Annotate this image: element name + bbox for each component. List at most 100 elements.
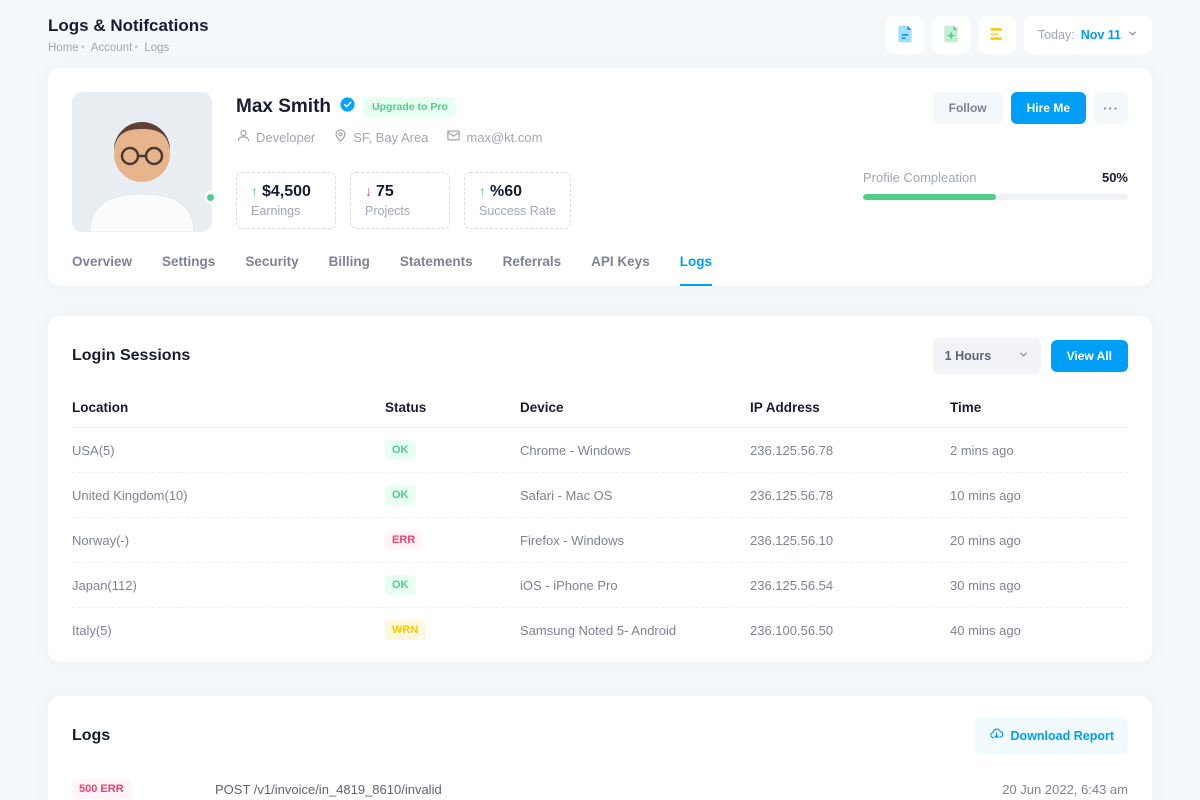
cell-ip-address: 236.125.56.54 [750, 578, 950, 593]
status-badge: ERR [385, 530, 422, 550]
trend-arrow-icon [479, 183, 486, 201]
date-picker-button[interactable]: Today: Nov 11 [1024, 16, 1152, 54]
profile-location-label: SF, Bay Area [353, 130, 428, 145]
hours-filter-value: 1 Hours [945, 349, 992, 363]
chevron-down-icon [1127, 28, 1138, 42]
download-report-label: Download Report [1011, 729, 1114, 743]
log-message: POST /v1/invoice/in_4819_8610/invalid [215, 782, 1002, 797]
breadcrumb-item[interactable]: Logs [144, 42, 169, 54]
cell-ip-address: 236.125.56.78 [750, 488, 950, 503]
sessions-table: LocationStatusDeviceIP AddressTime USA(5… [48, 388, 1152, 652]
cell-time: 2 mins ago [950, 443, 1128, 458]
progress-fill [863, 194, 996, 200]
stat-value: $4,500 [262, 183, 311, 201]
mail-icon [446, 128, 461, 146]
page-title: Logs & Notifcations [48, 16, 209, 36]
column-header: Status [385, 400, 520, 415]
view-all-button[interactable]: View All [1051, 340, 1128, 372]
download-report-button[interactable]: Download Report [975, 718, 1128, 754]
follow-button[interactable]: Follow [933, 92, 1003, 124]
logs-table: 500 ERR POST /v1/invoice/in_4819_8610/in… [48, 768, 1152, 800]
table-row: Norway(-) ERR Firefox - Windows 236.125.… [72, 518, 1128, 563]
status-badge: OK [385, 485, 416, 505]
cell-ip-address: 236.125.56.78 [750, 443, 950, 458]
tab[interactable]: Security [245, 254, 298, 286]
stat-label: Earnings [251, 204, 321, 218]
cell-device: Samsung Noted 5- Android [520, 623, 750, 638]
map-pin-icon [333, 128, 348, 146]
status-badge: WRN [385, 620, 425, 640]
date-picker-value: Nov 11 [1081, 28, 1121, 42]
profile-role[interactable]: Developer [236, 128, 315, 146]
cell-device: Chrome - Windows [520, 443, 750, 458]
sessions-title: Login Sessions [72, 347, 190, 365]
profile-email[interactable]: max@kt.com [446, 128, 542, 146]
cell-device: Safari - Mac OS [520, 488, 750, 503]
sessions-table-body: USA(5) OK Chrome - Windows 236.125.56.78… [72, 428, 1128, 652]
tab[interactable]: Statements [400, 254, 473, 286]
sessions-table-header: LocationStatusDeviceIP AddressTime [72, 388, 1128, 428]
stat-label: Projects [365, 204, 435, 218]
login-sessions-card: Login Sessions 1 Hours View All Location… [48, 316, 1152, 662]
tab[interactable]: Settings [162, 254, 215, 286]
more-options-button[interactable]: ··· [1094, 92, 1128, 124]
cell-time: 40 mins ago [950, 623, 1128, 638]
profile-card: Max Smith Upgrade to Pro Developer SF, B… [48, 68, 1152, 286]
breadcrumb: HomeAccountLogs [48, 42, 209, 54]
cell-location: Italy(5) [72, 623, 385, 638]
log-row: 500 ERR POST /v1/invoice/in_4819_8610/in… [72, 768, 1128, 800]
progress-bar [863, 194, 1128, 200]
logs-card: Logs Download Report 500 ERR POST /v1/in… [48, 696, 1152, 800]
chevron-down-icon [1018, 349, 1029, 363]
tab[interactable]: Referrals [503, 254, 562, 286]
column-header: Location [72, 400, 385, 415]
hire-me-button[interactable]: Hire Me [1011, 92, 1086, 124]
breadcrumb-item[interactable]: Home [48, 42, 91, 54]
table-row: Italy(5) WRN Samsung Noted 5- Android 23… [72, 608, 1128, 652]
cell-time: 20 mins ago [950, 533, 1128, 548]
topbar-left: Logs & Notifcations HomeAccountLogs [48, 16, 209, 54]
file-lines-button[interactable] [886, 16, 924, 54]
column-header: Device [520, 400, 750, 415]
column-header: IP Address [750, 400, 950, 415]
trend-arrow-icon [365, 183, 372, 201]
log-code-badge: 500 ERR [72, 779, 131, 799]
tab[interactable]: Overview [72, 254, 132, 286]
completion-percent: 50% [1102, 170, 1128, 185]
cell-ip-address: 236.100.56.50 [750, 623, 950, 638]
list-lines-icon [987, 24, 1007, 47]
avatar [72, 92, 212, 232]
completion-label: Profile Compleation [863, 170, 976, 185]
verified-check-icon [339, 96, 356, 118]
hours-filter-select[interactable]: 1 Hours [933, 338, 1041, 374]
logs-title: Logs [72, 727, 110, 745]
online-status-dot [204, 191, 217, 204]
breadcrumb-item[interactable]: Account [91, 42, 145, 54]
profile-location[interactable]: SF, Bay Area [333, 128, 428, 146]
file-lines-icon [895, 24, 915, 47]
profile-photo [72, 92, 212, 232]
profile-stats: $4,500 Earnings 75 Projects %60 Success … [236, 172, 848, 229]
upgrade-to-pro-badge[interactable]: Upgrade to Pro [364, 97, 456, 117]
table-row: USA(5) OK Chrome - Windows 236.125.56.78… [72, 428, 1128, 473]
tab[interactable]: API Keys [591, 254, 650, 286]
cell-device: iOS - iPhone Pro [520, 578, 750, 593]
file-plus-icon [941, 24, 961, 47]
profile-info: Max Smith Upgrade to Pro Developer SF, B… [236, 92, 848, 232]
status-badge: OK [385, 575, 416, 595]
tab[interactable]: Billing [329, 254, 370, 286]
cell-location: Japan(112) [72, 578, 385, 593]
cell-location: Norway(-) [72, 533, 385, 548]
person-icon [236, 128, 251, 146]
list-lines-button[interactable] [978, 16, 1016, 54]
topbar: Logs & Notifcations HomeAccountLogs Toda… [0, 0, 1200, 68]
profile-right: Follow Hire Me ··· Profile Compleation 5… [848, 92, 1128, 232]
file-plus-button[interactable] [932, 16, 970, 54]
log-date: 20 Jun 2022, 6:43 am [1002, 782, 1128, 797]
stat-box: %60 Success Rate [464, 172, 571, 229]
stat-box: $4,500 Earnings [236, 172, 336, 229]
stat-value: %60 [490, 183, 522, 201]
tab[interactable]: Logs [680, 254, 712, 286]
stat-value: 75 [376, 183, 394, 201]
cell-ip-address: 236.125.56.10 [750, 533, 950, 548]
